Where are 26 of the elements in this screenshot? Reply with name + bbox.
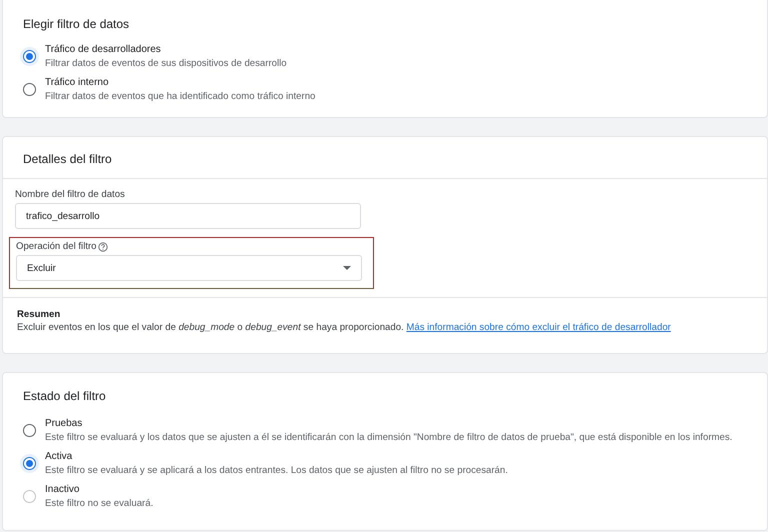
- option-label: Activa: [45, 450, 74, 464]
- help-link[interactable]: Más información sobre cómo excluir el tráfico de desarrollador: [406, 322, 671, 333]
- operation-dropdown[interactable]: Excluir: [16, 255, 362, 281]
- option-description: Este filtro se evaluará y los datos que se ajusten a él se identificarán con la dimensión "Nombre de filtro de datos de prueba", que está disponible en los informes.: [45, 431, 732, 444]
- option-description: Este filtro se evaluará y se aplicará a los datos entrantes. Los datos que se ajusten al filtro no se procesarán.: [45, 464, 508, 477]
- field-label: Nombre del filtro de datos: [15, 189, 126, 200]
- help-icon[interactable]: [98, 242, 108, 252]
- summary-text: Excluir eventos en los que el valor de debug_mode o debug_event se haya proporcionado.: [17, 322, 404, 333]
- radio-button[interactable]: [23, 83, 36, 96]
- option-label: Inactivo: [45, 483, 80, 497]
- card-title: Elegir filtro de datos: [23, 17, 130, 31]
- option-description: Filtrar datos de eventos que ha identificado como tráfico interno: [45, 90, 316, 103]
- option-description: Filtrar datos de eventos de sus dispositivos de desarrollo: [45, 57, 287, 70]
- card-title: Estado del filtro: [23, 389, 107, 403]
- card-title: Detalles del filtro: [23, 152, 113, 166]
- field-label: Operación del filtro: [16, 241, 97, 252]
- option-label: Tráfico interno: [45, 76, 110, 90]
- radio-button[interactable]: [23, 424, 36, 437]
- summary-title: Resumen: [17, 309, 62, 320]
- name-input-field[interactable]: trafico_desarrollo: [15, 203, 361, 229]
- option-description: Este filtro no se evaluará.: [45, 497, 154, 510]
- caret-icon: [343, 266, 351, 270]
- radio-button[interactable]: [23, 457, 36, 470]
- option-label: Tráfico de desarrolladores: [45, 43, 162, 57]
- option-label: Pruebas: [45, 417, 84, 431]
- radio-button[interactable]: [23, 50, 36, 63]
